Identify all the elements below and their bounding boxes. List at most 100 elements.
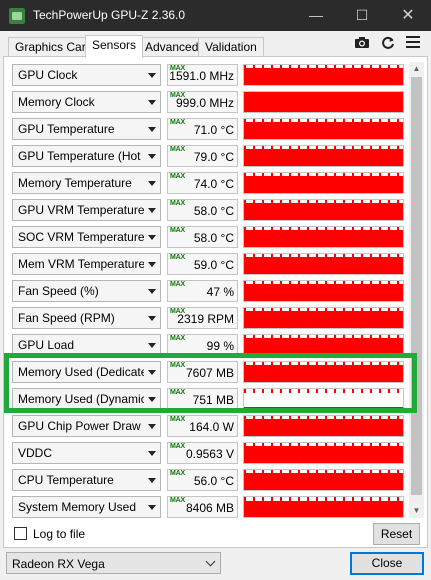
sensor-value-box: MAX 47 % bbox=[167, 280, 238, 302]
tab-advanced[interactable]: Advanced bbox=[138, 37, 206, 57]
sensor-label: CPU Temperature bbox=[18, 473, 114, 487]
sensor-dropdown[interactable]: GPU Temperature bbox=[12, 118, 161, 140]
sensor-dropdown[interactable]: Memory Clock bbox=[12, 91, 161, 113]
sensor-graph bbox=[243, 415, 404, 437]
sensor-graph-ticks bbox=[244, 470, 403, 474]
sensor-graph-fill bbox=[244, 419, 403, 436]
sensor-dropdown[interactable]: Fan Speed (%) bbox=[12, 280, 161, 302]
sensor-label: Memory Clock bbox=[18, 95, 95, 109]
dropdown-arrow-icon bbox=[148, 127, 156, 132]
sensor-row: VDDC MAX 0.9563 V bbox=[12, 442, 404, 466]
close-button[interactable]: Close bbox=[350, 552, 424, 575]
sensor-value-box: MAX 79.0 °C bbox=[167, 145, 238, 167]
scroll-up-arrow-icon[interactable]: ▲ bbox=[409, 62, 424, 76]
sensor-graph-fill bbox=[244, 311, 403, 328]
sensor-label: Fan Speed (RPM) bbox=[18, 311, 115, 325]
max-tag: MAX bbox=[170, 443, 185, 450]
sensor-graph-fill bbox=[244, 284, 403, 301]
sensor-dropdown[interactable]: VDDC bbox=[12, 442, 161, 464]
sensor-value: 71.0 °C bbox=[193, 123, 234, 137]
sensor-row: Mem VRM Temperature MAX 59.0 °C bbox=[12, 253, 404, 277]
sensor-graph-ticks bbox=[244, 308, 403, 312]
sensor-graph-fill bbox=[244, 122, 403, 139]
dropdown-arrow-icon bbox=[148, 316, 156, 321]
sensor-graph-fill bbox=[244, 176, 403, 193]
sensor-dropdown[interactable]: GPU VRM Temperature bbox=[12, 199, 161, 221]
camera-icon[interactable] bbox=[353, 36, 371, 52]
sensor-graph-fill bbox=[244, 257, 403, 274]
gpu-select-value: Radeon RX Vega bbox=[12, 557, 105, 571]
sensor-value: 99 % bbox=[206, 339, 234, 353]
sensor-graph-fill bbox=[244, 230, 403, 247]
max-tag: MAX bbox=[170, 146, 185, 153]
sensor-graph-ticks bbox=[244, 119, 403, 123]
sensor-dropdown[interactable]: Fan Speed (RPM) bbox=[12, 307, 161, 329]
sensor-dropdown[interactable]: GPU Chip Power Draw bbox=[12, 415, 161, 437]
sensor-row: GPU Clock MAX 1591.0 MHz bbox=[12, 64, 404, 88]
sensor-dropdown[interactable]: Mem VRM Temperature bbox=[12, 253, 161, 275]
max-tag: MAX bbox=[170, 281, 185, 288]
sensor-label: GPU Temperature (Hot Spot) bbox=[18, 149, 144, 163]
sensor-label: System Memory Used bbox=[18, 500, 137, 514]
sensor-row: SOC VRM Temperature MAX 58.0 °C bbox=[12, 226, 404, 250]
sensor-dropdown[interactable]: GPU Clock bbox=[12, 64, 161, 86]
sensor-graph-ticks bbox=[244, 146, 403, 150]
maximize-button[interactable]: ☐ bbox=[339, 0, 385, 31]
sensor-label: Memory Temperature bbox=[18, 176, 132, 190]
sensor-dropdown[interactable]: Memory Temperature bbox=[12, 172, 161, 194]
refresh-icon[interactable] bbox=[379, 36, 397, 52]
sensor-row: System Memory Used MAX 8406 MB bbox=[12, 496, 404, 520]
sensor-value: 8406 MB bbox=[185, 501, 234, 515]
sensor-row: GPU VRM Temperature MAX 58.0 °C bbox=[12, 199, 404, 223]
scroll-down-arrow-icon[interactable]: ▼ bbox=[409, 504, 424, 518]
gpu-select-dropdown[interactable]: Radeon RX Vega bbox=[6, 552, 221, 574]
sensor-graph-fill bbox=[244, 203, 403, 220]
tab-sensors[interactable]: Sensors bbox=[85, 35, 144, 58]
sensor-graph bbox=[243, 64, 404, 86]
sensor-dropdown[interactable]: GPU Temperature (Hot Spot) bbox=[12, 145, 161, 167]
max-tag: MAX bbox=[170, 497, 185, 504]
sensor-value: 2319 RPM bbox=[177, 312, 234, 326]
sensor-graph bbox=[243, 496, 404, 518]
sensor-value: 164.0 W bbox=[189, 420, 234, 434]
sensor-dropdown[interactable]: CPU Temperature bbox=[12, 469, 161, 491]
sensor-graph-ticks bbox=[244, 443, 403, 447]
sensor-graph-fill bbox=[244, 501, 403, 517]
sensor-dropdown[interactable]: SOC VRM Temperature bbox=[12, 226, 161, 248]
hamburger-menu-icon[interactable] bbox=[404, 36, 422, 52]
max-tag: MAX bbox=[170, 227, 185, 234]
sensor-value-box: MAX 56.0 °C bbox=[167, 469, 238, 491]
sensor-value-box: MAX 58.0 °C bbox=[167, 226, 238, 248]
sensor-graph-ticks bbox=[244, 416, 403, 420]
dropdown-arrow-icon bbox=[148, 289, 156, 294]
minimize-button[interactable]: — bbox=[293, 0, 339, 31]
sensor-value-box: MAX 2319 RPM bbox=[167, 307, 238, 329]
sensor-dropdown[interactable]: System Memory Used bbox=[12, 496, 161, 518]
sensor-value-box: MAX 58.0 °C bbox=[167, 199, 238, 221]
sensor-graph-ticks bbox=[244, 173, 403, 177]
tab-validation[interactable]: Validation bbox=[198, 37, 264, 57]
gpuz-app-icon bbox=[9, 8, 25, 24]
sensor-value: 59.0 °C bbox=[193, 258, 234, 272]
sensor-label: GPU Clock bbox=[18, 68, 78, 82]
sensor-value-box: MAX 1591.0 MHz bbox=[167, 64, 238, 86]
sensor-graph bbox=[243, 280, 404, 302]
sensor-value: 1591.0 MHz bbox=[169, 69, 234, 83]
sensor-value: 999.0 MHz bbox=[175, 96, 234, 110]
title-bar: TechPowerUp GPU-Z 2.36.0 — ☐ ✕ bbox=[0, 0, 431, 31]
reset-button[interactable]: Reset bbox=[373, 523, 420, 545]
sensor-value: 58.0 °C bbox=[193, 204, 234, 218]
close-window-button[interactable]: ✕ bbox=[385, 0, 431, 31]
scrollbar-thumb[interactable] bbox=[411, 77, 422, 495]
dropdown-arrow-icon bbox=[148, 154, 156, 159]
sensor-graph-ticks bbox=[244, 497, 403, 501]
max-tag: MAX bbox=[170, 416, 185, 423]
sensor-graph-fill bbox=[244, 446, 403, 463]
sensor-row: Fan Speed (RPM) MAX 2319 RPM bbox=[12, 307, 404, 331]
sensor-graph-ticks bbox=[244, 281, 403, 285]
sensor-row: Memory Clock MAX 999.0 MHz bbox=[12, 91, 404, 115]
log-to-file-checkbox[interactable] bbox=[14, 527, 27, 540]
sensor-graph bbox=[243, 442, 404, 464]
sensor-row: CPU Temperature MAX 56.0 °C bbox=[12, 469, 404, 493]
sensor-graph-fill bbox=[244, 149, 403, 166]
